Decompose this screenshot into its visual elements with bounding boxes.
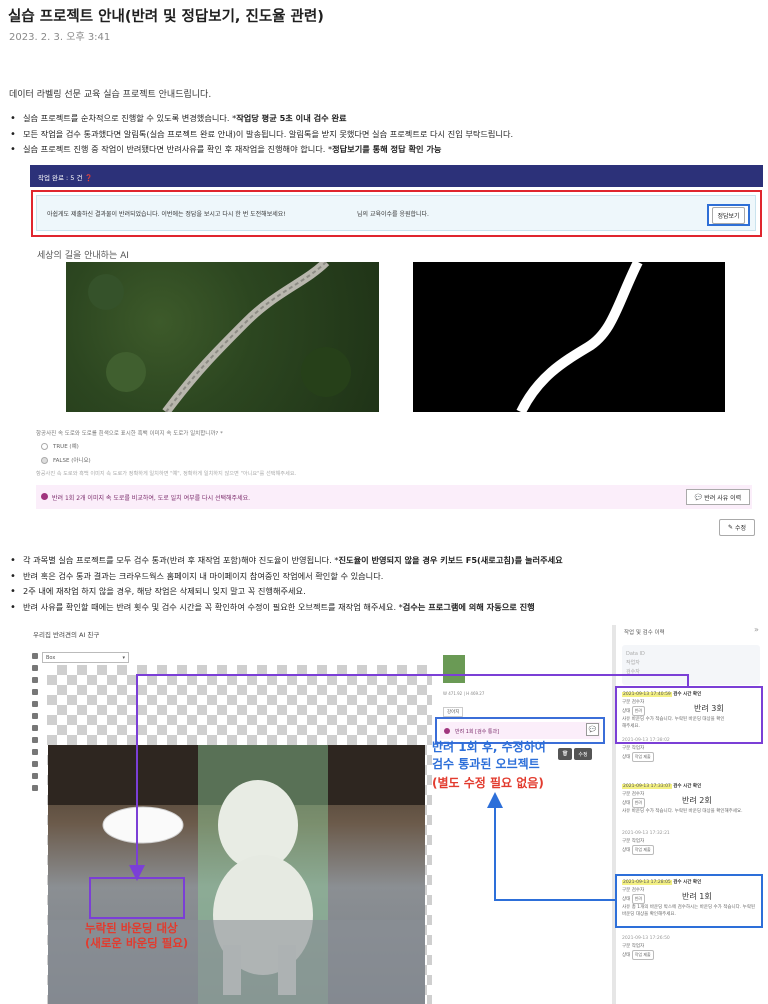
- data-info: Data ID 작업자 검수자: [622, 645, 760, 685]
- radio-icon: [41, 456, 48, 464]
- chat-icon: 💬: [694, 493, 703, 501]
- layers-icon[interactable]: [32, 773, 38, 779]
- annotation-passed-object: 반려 1회 후, 수정하여 검수 통과된 오브젝트: [432, 740, 546, 771]
- history-entry: 2021-09-13 17:32:21 구분 작업자 상태 작업 제출: [622, 831, 670, 855]
- history-panel: 작업 및 검수 이력 » Data ID 작업자 검수자 2021-09-13 …: [612, 625, 763, 1004]
- image-icon[interactable]: [32, 701, 38, 707]
- hint-text: 항공사진 속 도로와 흑백 이미지 속 도로가 정확하게 일치하면 "예", 정…: [36, 471, 297, 477]
- dog-photo: [48, 745, 425, 1004]
- pointer-icon[interactable]: [32, 689, 38, 695]
- tool-select[interactable]: Box ▾: [42, 652, 129, 663]
- reject-dot-icon: [41, 493, 48, 500]
- undo-icon[interactable]: [32, 665, 38, 671]
- radio-icon: [41, 442, 48, 450]
- task-complete-bar: 작업 완료 : 5 건 ❓: [30, 165, 763, 187]
- view-answer-button[interactable]: 정답보기: [707, 204, 750, 226]
- reject-reason-history-button[interactable]: 💬 반려 사유 이력: [686, 489, 750, 505]
- reject-banner: 반려 1회 2개 이미지 속 도로를 비교하여, 도로 일치 여부를 다시 선택…: [36, 485, 752, 509]
- bullet-item: 2주 내에 재작업 하지 않을 경우, 해당 작업은 삭제되니 잊지 말고 꼭 …: [9, 584, 563, 600]
- bullet-item: 반려 사유를 확인할 때에는 반려 횟수 및 검수 시간을 꼭 확인하여 수정이…: [9, 600, 563, 616]
- panel-title: 작업 및 검수 이력: [624, 630, 665, 636]
- bullet-list-2: 각 과목별 실습 프로젝트를 모두 검수 통과(반려 후 재작업 포함)해야 진…: [9, 553, 563, 615]
- screenshot-rejected-task: 작업 완료 : 5 건 ❓ 아쉽게도 제출하신 결과물이 반려되었습니다. 이번…: [30, 165, 763, 543]
- history-entry: 2021-09-13 17:28:05 검수 시간 확인 구분 검수자 상태 반…: [622, 880, 756, 917]
- question-text: 항공사진 속 도로와 도로를 흰색으로 표시한 흑백 이미지 속 도로가 일치합…: [36, 431, 223, 437]
- history-entry: 2021-09-13 17:38:02 구분 작업자 상태 작업 제출: [622, 738, 670, 762]
- bullet-item: 모든 작업을 검수 통과했다면 알림톡(실습 프로젝트 완료 안내)이 발송됩니…: [9, 127, 513, 143]
- object-thumbnail[interactable]: [443, 655, 465, 683]
- zoom-in-icon[interactable]: [32, 713, 38, 719]
- edit-button[interactable]: 수정: [574, 748, 592, 760]
- hand-icon[interactable]: [32, 749, 38, 755]
- bullet-item: 각 과목별 실습 프로젝트를 모두 검수 통과(반려 후 재작업 포함)해야 진…: [9, 553, 563, 569]
- reject-notice: 아쉽게도 제출하신 결과물이 반려되었습니다. 이번에는 정답을 보시고 다시 …: [36, 195, 756, 231]
- object-tag: 강아지: [443, 707, 464, 717]
- history-entry: 2021-09-13 17:26:50 구분 작업자 상태 작업 제출: [622, 936, 670, 960]
- help-icon: ❓: [84, 174, 93, 182]
- bullet-item: 실습 프로젝트 진행 중 작업이 반려됐다면 반려사유를 확인 후 재작업을 진…: [9, 142, 513, 158]
- option-true[interactable]: TRUE (예): [41, 442, 79, 450]
- object-actions: 🗑 수정: [558, 748, 592, 760]
- settings-icon[interactable]: [32, 785, 38, 791]
- option-false[interactable]: FALSE (아니요): [41, 456, 91, 464]
- annotation-no-edit-needed: (별도 수정 필요 없음): [432, 776, 544, 790]
- zoom-out-icon[interactable]: [32, 725, 38, 731]
- road-mask-image: [413, 262, 725, 412]
- collapse-icon[interactable]: »: [754, 625, 759, 634]
- rotate-icon[interactable]: [32, 761, 38, 767]
- history-entry: 2021-09-13 17:40:59 검수 시간 확인 구분 검수자 상태 반…: [622, 692, 725, 729]
- annotation-missing-bounding: 누락된 바운딩 대상 (새로운 바운딩 필요): [85, 921, 189, 950]
- post-date: 2023. 2. 3. 오후 3:41: [9, 32, 111, 43]
- edit-button[interactable]: ✎ 수정: [719, 519, 755, 536]
- redo-icon[interactable]: [32, 677, 38, 683]
- object-size: W 471.92 | H 469.27: [443, 691, 485, 696]
- fit-icon[interactable]: [32, 737, 38, 743]
- task-heading: 세상의 길을 안내하는 AI: [37, 251, 129, 261]
- toolbar: [30, 653, 39, 843]
- bullet-item: 반려 혹은 검수 통과 결과는 크라우드웍스 홈페이지 내 마이페이지 참여중인…: [9, 569, 563, 585]
- history-entry: 2021-09-13 17:33:07 검수 시간 확인 구분 검수자 상태 반…: [622, 784, 743, 814]
- page-title: 실습 프로젝트 안내(반려 및 정답보기, 진도율 관련): [8, 9, 324, 25]
- task-title: 우리집 반려견의 AI 친구: [33, 631, 100, 639]
- intro-text: 데이터 라벨링 선문 교육 실습 프로젝트 안내드립니다.: [9, 90, 212, 100]
- bullet-item: 실습 프로젝트를 순차적으로 진행할 수 있도록 변경했습니다. *작업당 평균…: [9, 111, 513, 127]
- delete-button[interactable]: 🗑: [558, 748, 573, 760]
- aerial-photo: [66, 262, 379, 412]
- pencil-icon: ✎: [727, 524, 733, 531]
- grid-icon[interactable]: [32, 653, 38, 659]
- bullet-list-1: 실습 프로젝트를 순차적으로 진행할 수 있도록 변경했습니다. *작업당 평균…: [9, 111, 513, 158]
